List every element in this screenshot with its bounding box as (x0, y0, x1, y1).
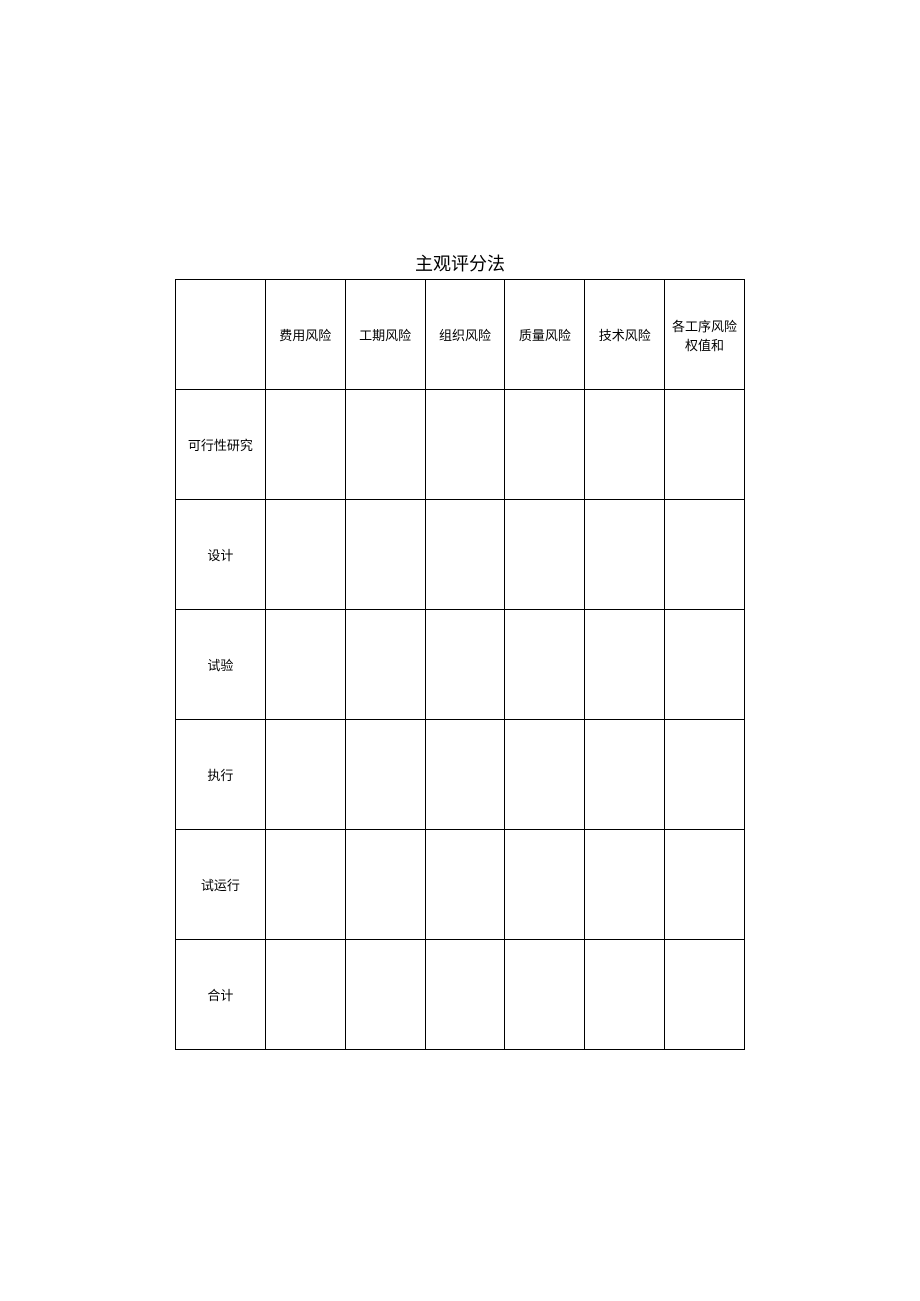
data-cell (665, 610, 745, 720)
data-cell (505, 940, 585, 1050)
data-cell (665, 500, 745, 610)
data-cell (345, 610, 425, 720)
risk-table-container: 费用风险 工期风险 组织风险 质量风险 技术风险 各工序风险权值和 可行性研究 … (175, 279, 745, 1050)
data-cell (665, 720, 745, 830)
data-cell (425, 610, 505, 720)
column-header: 工期风险 (345, 280, 425, 390)
data-cell (505, 500, 585, 610)
data-cell (425, 500, 505, 610)
column-header: 各工序风险权值和 (665, 280, 745, 390)
data-cell (425, 940, 505, 1050)
data-cell (265, 940, 345, 1050)
data-cell (345, 720, 425, 830)
data-cell (425, 830, 505, 940)
data-cell (265, 610, 345, 720)
table-row: 试运行 (176, 830, 745, 940)
table-row: 试验 (176, 610, 745, 720)
data-cell (505, 610, 585, 720)
table-row: 设计 (176, 500, 745, 610)
row-header: 可行性研究 (176, 390, 266, 500)
table-header-row: 费用风险 工期风险 组织风险 质量风险 技术风险 各工序风险权值和 (176, 280, 745, 390)
table-row: 可行性研究 (176, 390, 745, 500)
data-cell (585, 720, 665, 830)
data-cell (585, 500, 665, 610)
data-cell (265, 390, 345, 500)
data-cell (585, 940, 665, 1050)
page-title: 主观评分法 (0, 250, 920, 276)
data-cell (585, 610, 665, 720)
data-cell (505, 720, 585, 830)
row-header: 试验 (176, 610, 266, 720)
row-header: 试运行 (176, 830, 266, 940)
column-header: 质量风险 (505, 280, 585, 390)
column-header: 技术风险 (585, 280, 665, 390)
row-header: 合计 (176, 940, 266, 1050)
data-cell (665, 830, 745, 940)
column-header: 费用风险 (265, 280, 345, 390)
data-cell (265, 720, 345, 830)
data-cell (665, 390, 745, 500)
corner-cell (176, 280, 266, 390)
column-header: 组织风险 (425, 280, 505, 390)
data-cell (265, 500, 345, 610)
data-cell (585, 390, 665, 500)
data-cell (505, 830, 585, 940)
risk-scoring-table: 费用风险 工期风险 组织风险 质量风险 技术风险 各工序风险权值和 可行性研究 … (175, 279, 745, 1050)
data-cell (345, 830, 425, 940)
row-header: 设计 (176, 500, 266, 610)
data-cell (585, 830, 665, 940)
data-cell (665, 940, 745, 1050)
table-row: 执行 (176, 720, 745, 830)
data-cell (425, 720, 505, 830)
data-cell (345, 940, 425, 1050)
data-cell (505, 390, 585, 500)
row-header: 执行 (176, 720, 266, 830)
data-cell (345, 390, 425, 500)
data-cell (425, 390, 505, 500)
data-cell (265, 830, 345, 940)
table-row: 合计 (176, 940, 745, 1050)
data-cell (345, 500, 425, 610)
